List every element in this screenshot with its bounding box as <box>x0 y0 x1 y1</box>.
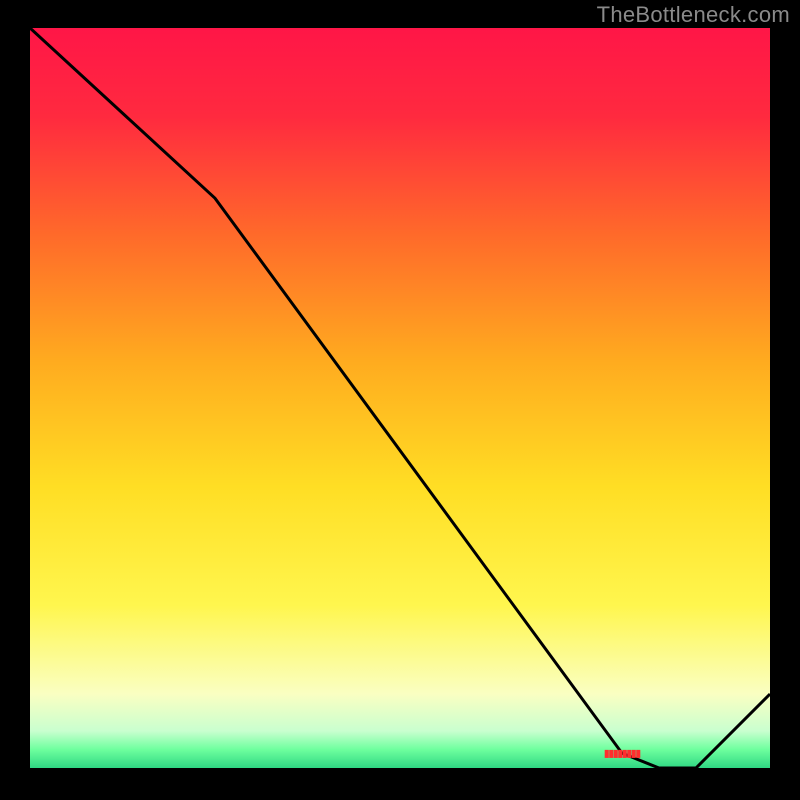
chart-container: TheBottleneck.com ▮▮▮▮▮▮▮▮ <box>0 0 800 800</box>
plot-background <box>30 28 770 768</box>
bottleneck-chart: ▮▮▮▮▮▮▮▮ <box>0 0 800 800</box>
annotation-label: ▮▮▮▮▮▮▮▮ <box>604 749 641 760</box>
